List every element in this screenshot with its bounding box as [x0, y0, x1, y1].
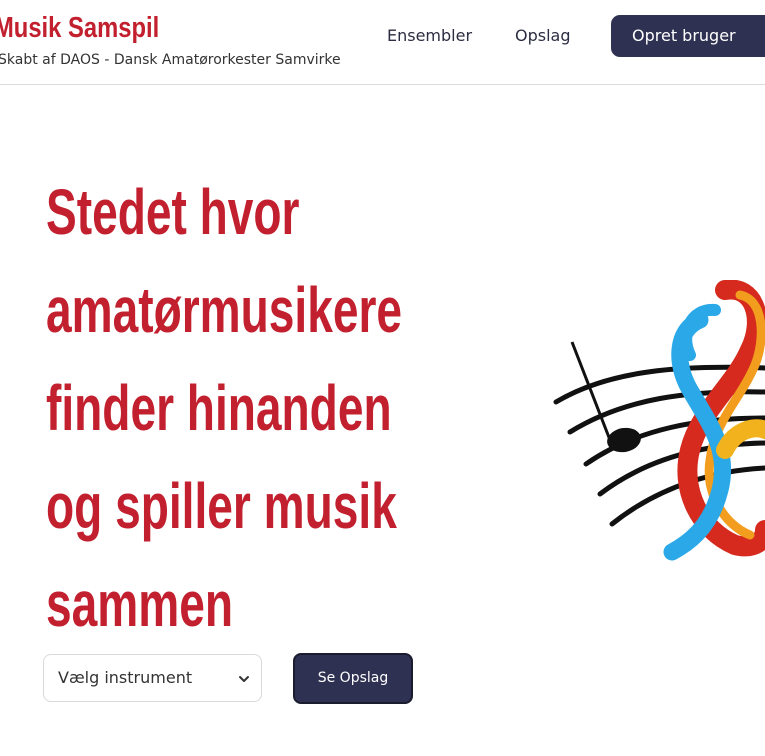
- hero-title-line: sammen: [46, 568, 233, 640]
- hero-title-line: Stedet hvor: [46, 176, 300, 248]
- instrument-select[interactable]: Vælg instrument: [43, 654, 262, 702]
- music-staff-treble-clef-illustration: [553, 280, 765, 561]
- hero-title-line: amatørmusikere: [46, 274, 403, 346]
- hero-title-line: og spiller musik: [46, 470, 397, 542]
- signup-button[interactable]: Opret bruger: [611, 15, 765, 57]
- hero-title: Stedet hvor amatørmusikere finder hinand…: [46, 163, 507, 653]
- brand-subtitle: Skabt af DAOS - Dansk Amatørorkester Sam…: [0, 52, 341, 68]
- nav-link-opslag[interactable]: Opslag: [515, 26, 571, 45]
- site-header: Musik Samspil Skabt af DAOS - Dansk Amat…: [0, 0, 765, 85]
- brand-title[interactable]: Musik Samspil: [0, 12, 159, 45]
- see-listings-button[interactable]: Se Opslag: [293, 653, 413, 704]
- hero-title-line: finder hinanden: [46, 372, 392, 444]
- chevron-down-icon: [239, 676, 249, 682]
- instrument-select-value: Vælg instrument: [58, 668, 193, 687]
- nav-link-ensembler[interactable]: Ensembler: [387, 26, 472, 45]
